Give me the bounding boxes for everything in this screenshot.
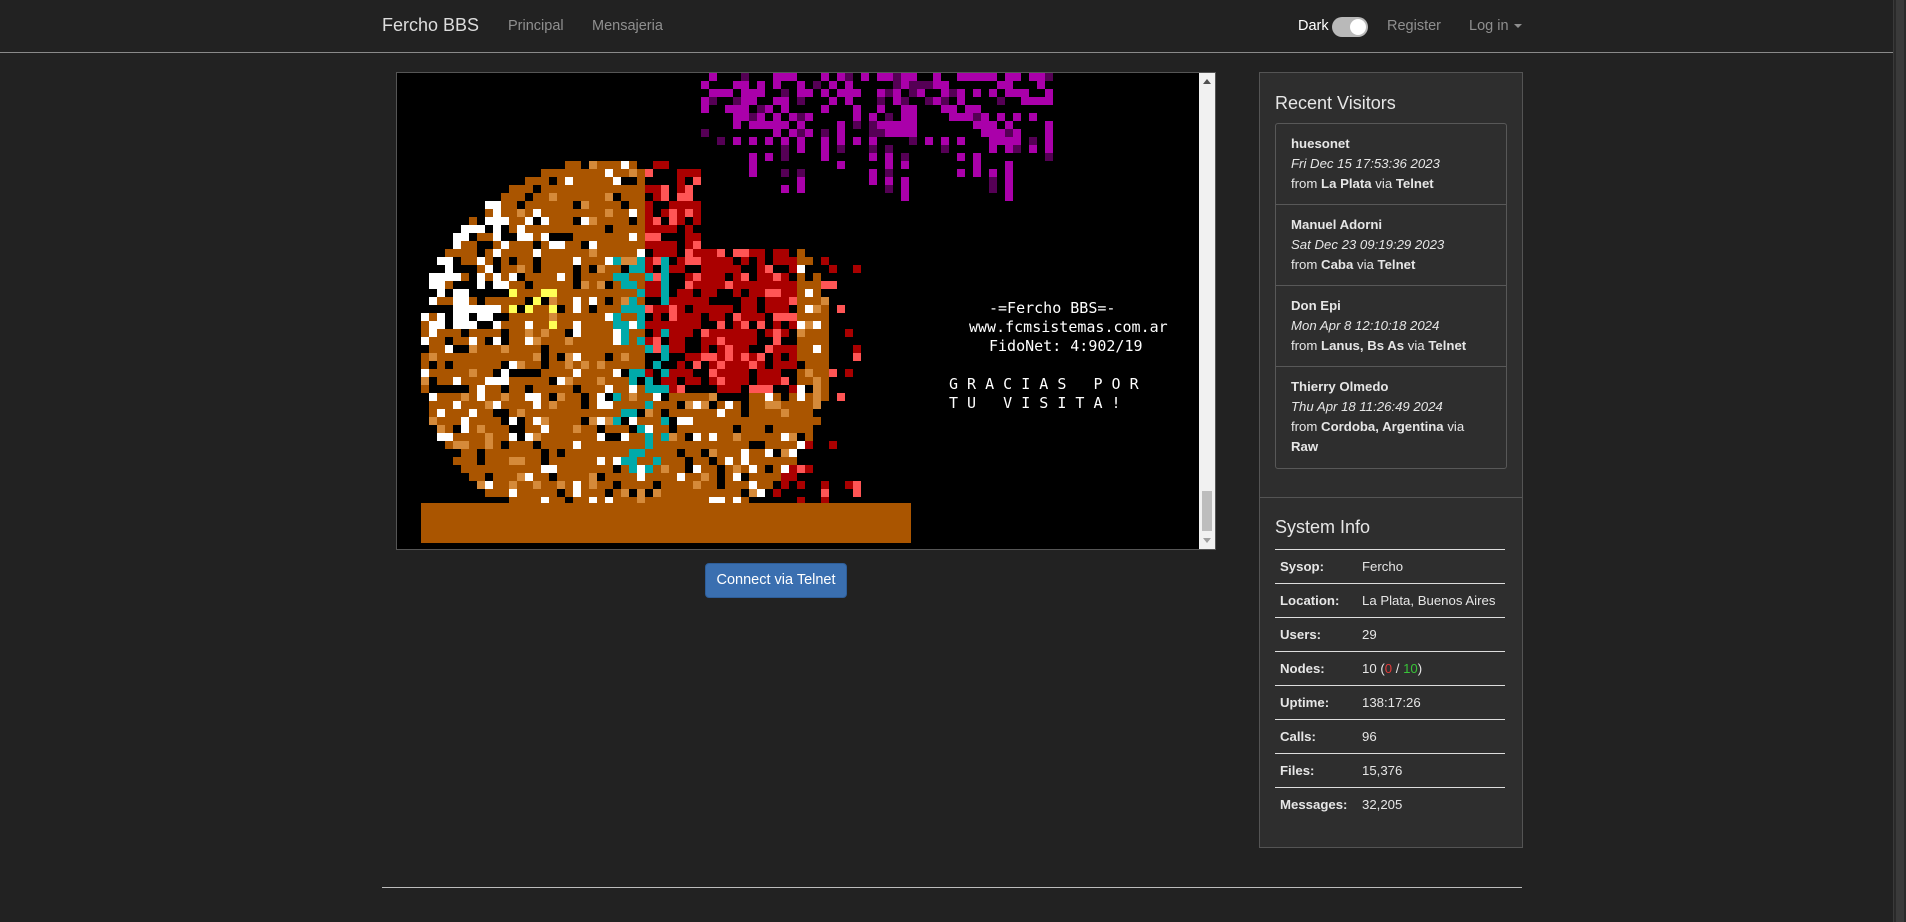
brand-link[interactable]: Fercho BBS	[382, 15, 479, 36]
dark-mode-toggle[interactable]	[1332, 17, 1368, 37]
footer-divider	[382, 887, 1522, 888]
info-label: Users:	[1280, 627, 1322, 642]
sidebar: Recent Visitors huesonet Fri Dec 15 17:5…	[1259, 72, 1523, 848]
system-info-table: Sysop: Fercho Location: La Plata, Buenos A…	[1275, 549, 1505, 821]
page-scroll-thumb[interactable]	[1896, 0, 1904, 922]
info-row-calls: Calls: 96	[1275, 719, 1505, 753]
info-value: 10 (0 / 10)	[1362, 661, 1423, 676]
visitor-origin: from La Plata via Telnet	[1291, 176, 1434, 191]
info-label: Calls:	[1280, 729, 1316, 744]
info-row-users: Users: 29	[1275, 617, 1505, 651]
nodes-free: 10	[1403, 661, 1418, 676]
banner-line: -=Fercho BBS=-	[989, 299, 1116, 317]
info-label: Sysop:	[1280, 559, 1324, 574]
page-scrollbar[interactable]	[1893, 0, 1906, 922]
banner-line: FidoNet: 4:902/19	[989, 337, 1143, 355]
info-label: Files:	[1280, 763, 1315, 778]
info-row-messages: Messages: 32,205	[1275, 787, 1505, 821]
visitor-date: Fri Dec 15 17:53:36 2023	[1291, 156, 1440, 171]
terminal-scrollbar[interactable]	[1199, 73, 1215, 549]
panel-divider	[1260, 497, 1522, 498]
info-label: Nodes:	[1280, 661, 1325, 676]
nodes-busy: 0	[1384, 661, 1393, 676]
info-value: 15,376	[1362, 763, 1403, 778]
terminal-scroll-thumb[interactable]	[1202, 491, 1212, 531]
info-row-files: Files: 15,376	[1275, 753, 1505, 787]
info-row-location: Location: La Plata, Buenos Aires	[1275, 583, 1505, 617]
info-row-uptime: Uptime: 138:17:26	[1275, 685, 1505, 719]
info-value: 138:17:26	[1362, 695, 1421, 710]
visitor-item: Don Epi Mon Apr 8 12:10:18 2024 from Lan…	[1276, 286, 1506, 367]
toggle-knob	[1350, 19, 1366, 35]
visitor-origin: from Caba via Telnet	[1291, 257, 1416, 272]
banner-line: www.fcmsistemas.com.ar	[969, 318, 1168, 336]
info-value: 96	[1362, 729, 1377, 744]
visitor-name: Thierry Olmedo	[1291, 379, 1389, 394]
visitor-date: Mon Apr 8 12:10:18 2024	[1291, 318, 1440, 333]
info-value: 29	[1362, 627, 1377, 642]
visitor-origin: from Lanus, Bs As via Telnet	[1291, 338, 1467, 353]
nav-mensajeria[interactable]: Mensajeria	[592, 18, 663, 34]
dark-mode-label: Dark	[1298, 18, 1329, 34]
info-value: La Plata, Buenos Aires	[1362, 593, 1496, 608]
connect-telnet-button[interactable]: Connect via Telnet	[705, 563, 847, 598]
system-info-title: System Info	[1275, 517, 1371, 537]
login-label: Log in	[1469, 18, 1509, 34]
info-row-sysop: Sysop: Fercho	[1275, 549, 1505, 583]
info-label: Location:	[1280, 593, 1340, 608]
recent-visitors-title: Recent Visitors	[1275, 93, 1396, 113]
recent-visitors-list: huesonet Fri Dec 15 17:53:36 2023 from L…	[1275, 123, 1507, 469]
scroll-down-icon[interactable]	[1203, 538, 1211, 543]
login-dropdown[interactable]: Log in	[1469, 18, 1522, 34]
caret-down-icon	[1513, 24, 1522, 29]
info-row-nodes: Nodes: 10 (0 / 10)	[1275, 651, 1505, 685]
telnet-terminal[interactable]: -=Fercho BBS=- www.fcmsistemas.com.ar Fido…	[396, 72, 1216, 550]
terminal-thanks: G R A C I A S P O RT U V I S I T A !	[949, 375, 1139, 413]
visitor-name: Don Epi	[1291, 298, 1341, 313]
register-link[interactable]: Register	[1387, 18, 1441, 34]
visitor-name: Manuel Adorni	[1291, 217, 1383, 232]
terminal-banner: -=Fercho BBS=- www.fcmsistemas.com.ar Fido…	[969, 299, 1168, 356]
thanks-line: T U V I S I T A !	[949, 394, 1121, 412]
nav-principal[interactable]: Principal	[508, 18, 564, 34]
info-value: Fercho	[1362, 559, 1404, 574]
thanks-line: G R A C I A S P O R	[949, 375, 1139, 393]
info-value: 32,205	[1362, 797, 1403, 812]
visitor-date: Thu Apr 18 11:26:49 2024	[1291, 399, 1443, 414]
visitor-item: Thierry Olmedo Thu Apr 18 11:26:49 2024 …	[1276, 367, 1506, 468]
visitor-date: Sat Dec 23 09:19:29 2023	[1291, 237, 1445, 252]
visitor-name: huesonet	[1291, 136, 1350, 151]
visitor-item: Manuel Adorni Sat Dec 23 09:19:29 2023 f…	[1276, 205, 1506, 286]
info-label: Uptime:	[1280, 695, 1330, 710]
visitor-item: huesonet Fri Dec 15 17:53:36 2023 from L…	[1276, 124, 1506, 205]
navbar: Fercho BBS Principal Mensajeria Dark Reg…	[0, 0, 1894, 53]
visitor-origin: from Cordoba, Argentina via Raw	[1291, 419, 1465, 454]
info-label: Messages:	[1280, 797, 1348, 812]
scroll-up-icon[interactable]	[1203, 79, 1211, 84]
